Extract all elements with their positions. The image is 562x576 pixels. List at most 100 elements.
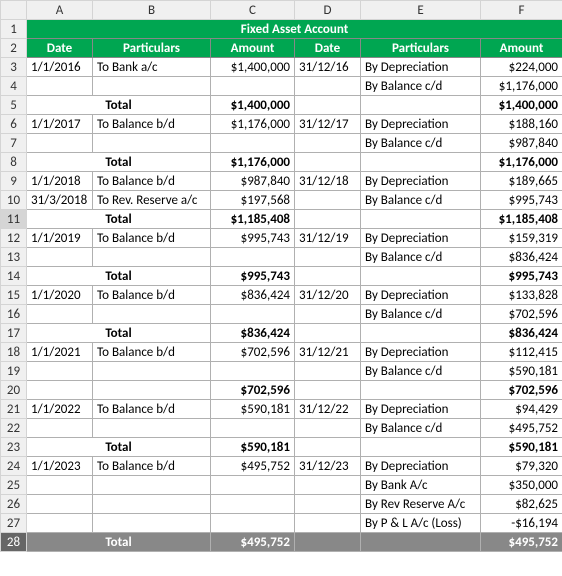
cell[interactable]	[93, 77, 211, 96]
cell[interactable]	[211, 77, 295, 96]
cell[interactable]	[27, 495, 93, 514]
cell[interactable]: To Balance b/d	[93, 172, 211, 191]
cell[interactable]: By Depreciation	[361, 286, 481, 305]
row-header[interactable]: 20	[1, 381, 27, 400]
row-header[interactable]: 23	[1, 438, 27, 457]
cell[interactable]	[211, 248, 295, 267]
cell[interactable]	[295, 134, 361, 153]
total-label[interactable]: Total	[27, 96, 211, 115]
col-header[interactable]: E	[361, 1, 481, 20]
cell[interactable]	[93, 248, 211, 267]
cell[interactable]: $836,424	[211, 286, 295, 305]
cell[interactable]: $836,424	[211, 324, 295, 343]
row-header[interactable]: 4	[1, 77, 27, 96]
cell[interactable]	[27, 134, 93, 153]
total-label[interactable]: Total	[27, 324, 211, 343]
cell[interactable]	[295, 77, 361, 96]
cell[interactable]	[361, 210, 481, 229]
cell[interactable]	[211, 419, 295, 438]
row-header[interactable]: 3	[1, 58, 27, 77]
cell[interactable]: $702,596	[211, 343, 295, 362]
cell[interactable]: $188,160	[481, 115, 562, 134]
cell[interactable]: 1/1/2022	[27, 400, 93, 419]
cell[interactable]: $836,424	[481, 324, 562, 343]
cell[interactable]	[295, 210, 361, 229]
total-label[interactable]: Total	[27, 153, 211, 172]
cell[interactable]	[211, 514, 295, 533]
cell[interactable]: 31/12/19	[295, 229, 361, 248]
cell[interactable]	[27, 419, 93, 438]
cell[interactable]: $702,596	[211, 381, 295, 400]
row-header[interactable]: 11	[1, 210, 27, 229]
cell[interactable]	[27, 514, 93, 533]
row-header[interactable]: 10	[1, 191, 27, 210]
cell[interactable]: $82,625	[481, 495, 562, 514]
cell[interactable]	[27, 381, 93, 400]
cell[interactable]	[211, 134, 295, 153]
cell[interactable]: $197,568	[211, 191, 295, 210]
cell[interactable]: By Balance c/d	[361, 77, 481, 96]
col-header[interactable]: D	[295, 1, 361, 20]
cell[interactable]: By Depreciation	[361, 58, 481, 77]
cell[interactable]	[27, 248, 93, 267]
cell[interactable]: $224,000	[481, 58, 562, 77]
row-header[interactable]: 9	[1, 172, 27, 191]
cell[interactable]: $987,840	[211, 172, 295, 191]
cell[interactable]	[361, 324, 481, 343]
row-header[interactable]: 14	[1, 267, 27, 286]
cell[interactable]	[295, 495, 361, 514]
cell[interactable]: 1/1/2020	[27, 286, 93, 305]
cell[interactable]: 31/12/23	[295, 457, 361, 476]
cell[interactable]: By Depreciation	[361, 400, 481, 419]
cell[interactable]: 31/12/16	[295, 58, 361, 77]
cell[interactable]	[27, 362, 93, 381]
cell[interactable]: By Balance c/d	[361, 134, 481, 153]
cell[interactable]: $495,752	[481, 533, 562, 552]
spreadsheet-grid[interactable]: A B C D E F 1 Fixed Asset Account 2 Date…	[0, 0, 562, 552]
cell[interactable]	[295, 305, 361, 324]
corner-cell[interactable]	[1, 1, 27, 20]
row-header[interactable]: 19	[1, 362, 27, 381]
row-header[interactable]: 21	[1, 400, 27, 419]
cell[interactable]: 1/1/2021	[27, 343, 93, 362]
row-header[interactable]: 15	[1, 286, 27, 305]
cell[interactable]	[361, 381, 481, 400]
row-header[interactable]: 6	[1, 115, 27, 134]
cell[interactable]	[295, 533, 361, 552]
cell[interactable]: To Balance b/d	[93, 286, 211, 305]
cell[interactable]	[295, 324, 361, 343]
cell[interactable]	[361, 533, 481, 552]
total-label[interactable]: Total	[27, 438, 211, 457]
cell[interactable]	[295, 267, 361, 286]
cell[interactable]: $590,181	[211, 400, 295, 419]
cell[interactable]: $995,743	[481, 267, 562, 286]
cell[interactable]: $495,752	[211, 457, 295, 476]
cell[interactable]	[27, 77, 93, 96]
cell[interactable]	[93, 476, 211, 495]
cell[interactable]: By Depreciation	[361, 343, 481, 362]
cell[interactable]: To Bank a/c	[93, 58, 211, 77]
cell[interactable]	[361, 438, 481, 457]
cell[interactable]: $590,181	[481, 362, 562, 381]
row-header[interactable]: 26	[1, 495, 27, 514]
cell[interactable]: $495,752	[211, 533, 295, 552]
cell[interactable]	[295, 96, 361, 115]
col-header[interactable]: C	[211, 1, 295, 20]
cell[interactable]	[93, 495, 211, 514]
cell[interactable]: $1,400,000	[481, 96, 562, 115]
title-cell[interactable]: Fixed Asset Account	[27, 20, 562, 39]
cell[interactable]: 31/12/21	[295, 343, 361, 362]
row-header[interactable]: 17	[1, 324, 27, 343]
cell[interactable]: $987,840	[481, 134, 562, 153]
hdr-part2[interactable]: Particulars	[361, 39, 481, 58]
cell[interactable]	[295, 191, 361, 210]
row-header[interactable]: 5	[1, 96, 27, 115]
cell[interactable]: $995,743	[481, 191, 562, 210]
row-header[interactable]: 16	[1, 305, 27, 324]
row-header[interactable]: 25	[1, 476, 27, 495]
cell[interactable]: By Bank A/c	[361, 476, 481, 495]
cell[interactable]: By Depreciation	[361, 229, 481, 248]
cell[interactable]	[27, 305, 93, 324]
cell[interactable]: By Depreciation	[361, 115, 481, 134]
cell[interactable]: 1/1/2016	[27, 58, 93, 77]
